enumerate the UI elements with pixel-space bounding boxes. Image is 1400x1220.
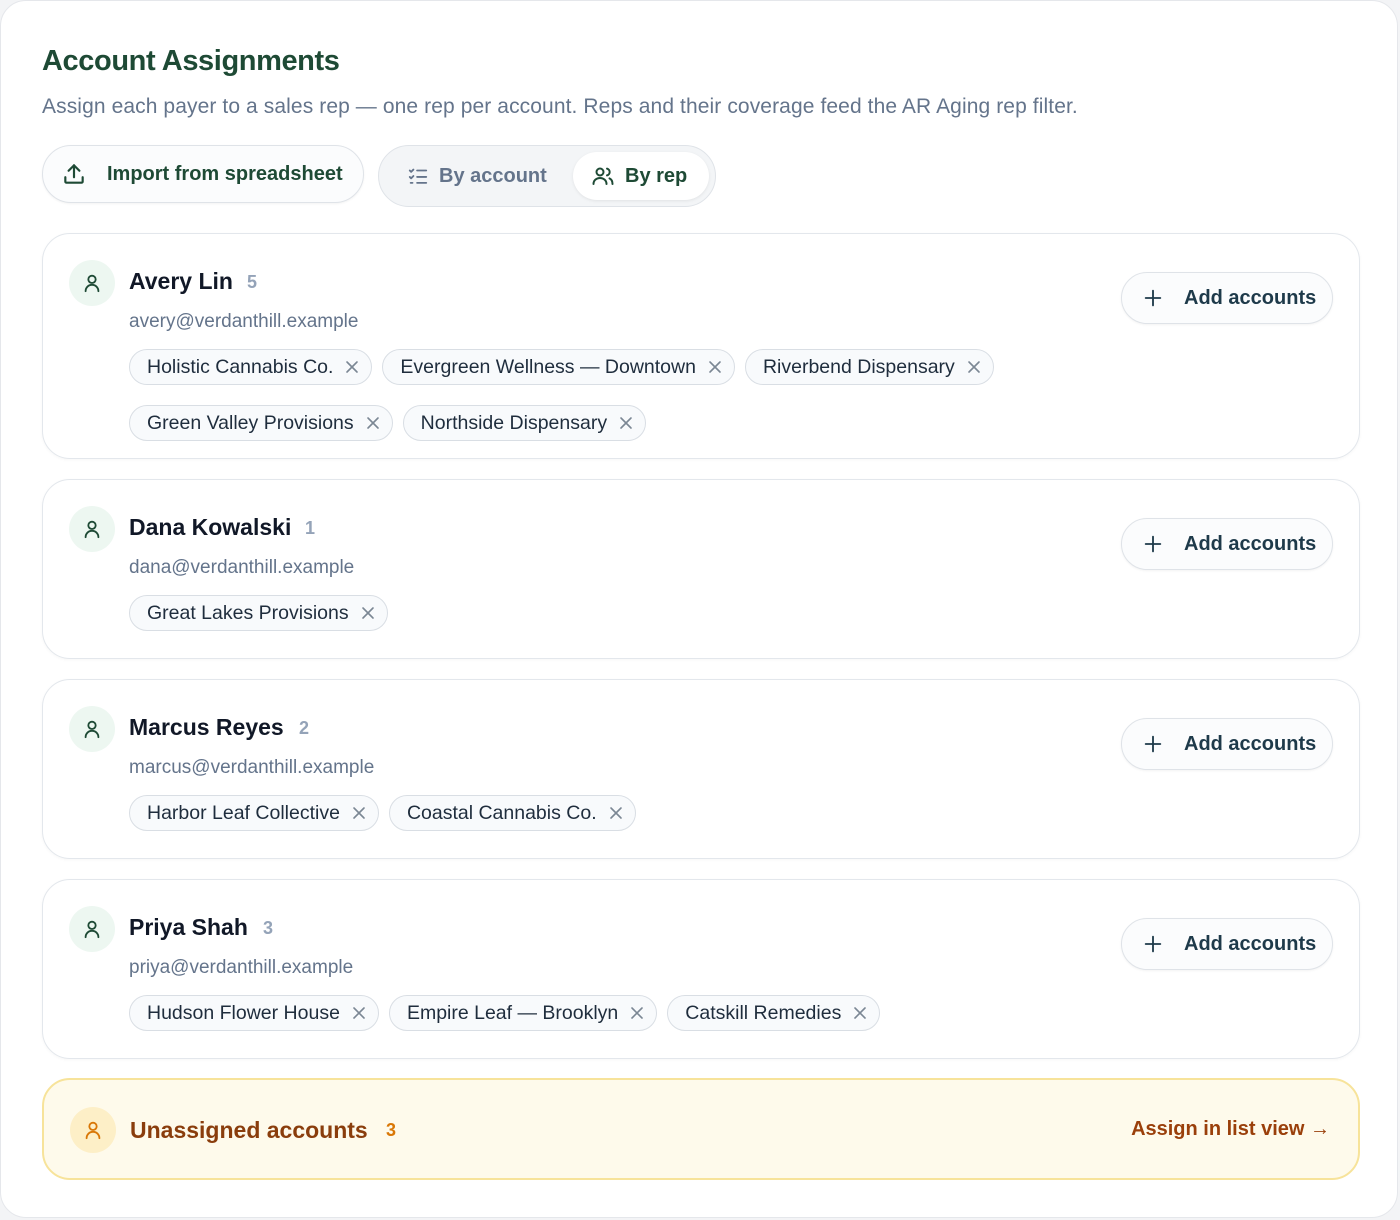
account-chip-label: Holistic Cannabis Co.	[147, 355, 334, 378]
user-icon	[69, 260, 115, 306]
close-icon[interactable]	[708, 360, 722, 374]
rep-name: Avery Lin	[129, 268, 233, 294]
account-chip: Evergreen Wellness — Downtown	[382, 349, 735, 385]
add-accounts-button[interactable]: Add accounts	[1121, 918, 1333, 970]
account-chip-list: Holistic Cannabis Co. Evergreen Wellness…	[129, 349, 1129, 441]
plus-icon	[1142, 733, 1184, 755]
rep-name: Dana Kowalski	[129, 514, 292, 540]
close-icon[interactable]	[967, 360, 981, 374]
rep-name: Marcus Reyes	[129, 714, 284, 740]
account-chip-label: Riverbend Dispensary	[762, 355, 955, 378]
close-icon[interactable]	[352, 806, 366, 820]
add-accounts-button[interactable]: Add accounts	[1121, 272, 1333, 324]
checklist-icon	[407, 165, 439, 187]
rep-email: avery@verdanthill.example	[129, 311, 359, 332]
rep-account-count: 2	[299, 718, 310, 738]
plus-icon	[1142, 933, 1184, 955]
upload-icon	[61, 161, 107, 187]
account-chip-label: Catskill Remedies	[685, 1001, 842, 1024]
rep-email: priya@verdanthill.example	[129, 957, 354, 978]
close-icon[interactable]	[630, 1006, 644, 1020]
plus-icon	[1142, 287, 1184, 309]
account-chip-label: Northside Dispensary	[420, 411, 608, 434]
account-chip: Empire Leaf — Brooklyn	[388, 995, 658, 1031]
account-chip-label: Evergreen Wellness — Downtown	[400, 355, 696, 378]
account-chip-label: Great Lakes Provisions	[147, 601, 349, 624]
account-chip: Coastal Cannabis Co.	[388, 795, 636, 831]
users-icon	[591, 164, 625, 188]
unassigned-accounts-banner: Unassigned accounts 3 Assign in list vie…	[42, 1078, 1360, 1180]
account-chip: Harbor Leaf Collective	[129, 795, 379, 831]
import-label: Import from spreadsheet	[107, 162, 343, 185]
add-accounts-label: Add accounts	[1184, 286, 1317, 309]
account-chip-list: Great Lakes Provisions	[129, 595, 1129, 631]
account-chip-label: Harbor Leaf Collective	[147, 801, 340, 824]
rep-account-count: 5	[247, 272, 258, 292]
account-chip: Catskill Remedies	[667, 995, 881, 1031]
page-subtitle: Assign each payer to a sales rep — one r…	[42, 95, 1078, 118]
assign-in-list-view-link[interactable]: Assign in list view →	[1131, 1118, 1330, 1141]
rep-email: marcus@verdanthill.example	[129, 757, 375, 778]
close-icon[interactable]	[366, 416, 380, 430]
rep-card: Marcus Reyes 2 marcus@verdanthill.exampl…	[42, 679, 1360, 859]
account-chip: Green Valley Provisions	[129, 405, 393, 441]
account-chip: Holistic Cannabis Co.	[129, 349, 373, 385]
close-icon[interactable]	[609, 806, 623, 820]
account-chip-label: Green Valley Provisions	[147, 411, 354, 434]
close-icon[interactable]	[361, 606, 375, 620]
plus-icon	[1142, 533, 1184, 555]
close-icon[interactable]	[345, 360, 359, 374]
by-account-tab[interactable]: By account	[389, 152, 569, 200]
close-icon[interactable]	[619, 416, 633, 430]
rep-email: dana@verdanthill.example	[129, 557, 355, 578]
import-spreadsheet-button[interactable]: Import from spreadsheet	[42, 145, 364, 203]
by-rep-tab[interactable]: By rep	[573, 152, 709, 200]
rep-account-count: 3	[263, 918, 274, 938]
by-rep-label: By rep	[625, 164, 688, 187]
add-accounts-label: Add accounts	[1184, 532, 1317, 555]
account-chip-list: Harbor Leaf Collective Coastal Cannabis …	[129, 795, 1129, 831]
unassigned-label: Unassigned accounts	[130, 1117, 368, 1143]
close-icon[interactable]	[352, 1006, 366, 1020]
page-title: Account Assignments	[42, 45, 340, 77]
user-icon	[69, 506, 115, 552]
user-icon	[69, 906, 115, 952]
by-account-label: By account	[439, 164, 547, 187]
account-chip-label: Coastal Cannabis Co.	[406, 801, 597, 824]
account-chip-label: Empire Leaf — Brooklyn	[406, 1001, 619, 1024]
view-toggle: By account By rep	[378, 145, 716, 207]
add-accounts-button[interactable]: Add accounts	[1121, 518, 1333, 570]
close-icon[interactable]	[853, 1006, 867, 1020]
rep-card: Priya Shah 3 priya@verdanthill.example A…	[42, 879, 1360, 1059]
account-chip: Hudson Flower House	[129, 995, 379, 1031]
account-chip: Riverbend Dispensary	[744, 349, 994, 385]
account-chip-label: Hudson Flower House	[147, 1001, 340, 1024]
account-assignments-panel: Account Assignments Assign each payer to…	[0, 0, 1398, 1218]
rep-account-count: 1	[305, 518, 316, 538]
add-accounts-label: Add accounts	[1184, 932, 1317, 955]
add-accounts-label: Add accounts	[1184, 732, 1317, 755]
user-icon	[69, 706, 115, 752]
account-chip-list: Hudson Flower House Empire Leaf — Brookl…	[129, 995, 1129, 1031]
account-chip: Great Lakes Provisions	[129, 595, 388, 631]
account-chip: Northside Dispensary	[402, 405, 647, 441]
rep-card: Avery Lin 5 avery@verdanthill.example Ad…	[42, 233, 1360, 459]
add-accounts-button[interactable]: Add accounts	[1121, 718, 1333, 770]
unassigned-count: 3	[386, 1120, 397, 1140]
rep-card: Dana Kowalski 1 dana@verdanthill.example…	[42, 479, 1360, 659]
user-icon	[70, 1107, 116, 1153]
rep-name: Priya Shah	[129, 914, 248, 940]
